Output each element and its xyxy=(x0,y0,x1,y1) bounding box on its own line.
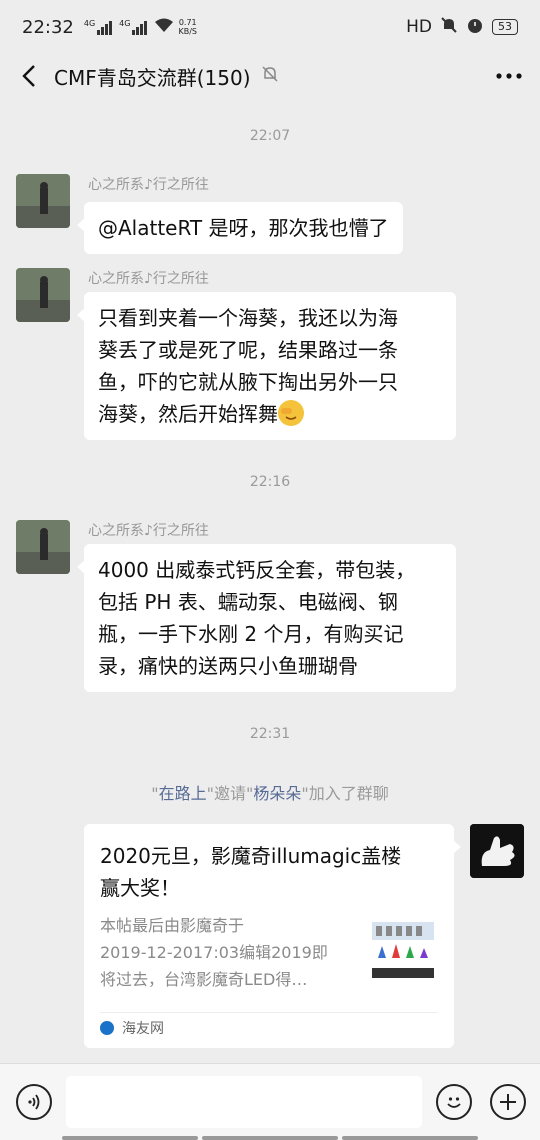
message-item: 心之所系♪行之所往 4000 出威泰式钙反全套，带包装， 包括 PH 表、蠕动泵… xyxy=(16,520,476,700)
timestamp: 22:16 xyxy=(249,474,291,490)
back-button[interactable] xyxy=(14,61,44,91)
message-item: 心之所系♪行之所往 只看到夹着一个海葵，我还以为海 葵丢了或是死了呢，结果路过一… xyxy=(16,268,476,448)
message-line-text: 海葵，然后开始挥舞 xyxy=(98,402,278,426)
voice-input-button[interactable] xyxy=(16,1084,52,1120)
hd-label: HD xyxy=(406,17,432,37)
sim1-label: 4G xyxy=(83,19,96,28)
sender-name: 心之所系♪行之所往 xyxy=(88,177,209,193)
inviter-link[interactable]: 在路上 xyxy=(159,784,207,803)
card-desc-line: 本帖最后由影魔奇于 xyxy=(100,916,245,935)
plus-icon xyxy=(500,1094,516,1110)
sender-avatar[interactable] xyxy=(16,520,70,574)
card-source-name: 海友网 xyxy=(122,1020,164,1037)
message-line: 瓶，一手下水刚 2 个月，有购买记 xyxy=(98,622,404,646)
card-title-line: 赢大奖！ xyxy=(100,876,180,900)
clock: 22:32 xyxy=(22,16,74,38)
emoji-button[interactable] xyxy=(436,1084,472,1120)
sim2-label: 4G xyxy=(119,19,131,28)
chat-title: CMF青岛交流群(150) xyxy=(54,65,251,90)
more-options-button[interactable] xyxy=(492,61,526,91)
chevron-left-icon xyxy=(22,65,35,87)
muted-bell-icon xyxy=(261,65,279,87)
card-source: 海友网 xyxy=(100,1012,438,1042)
shared-link-card[interactable]: 2020元旦，影魔奇illumagic盖楼 赢大奖！ 本帖最后由影魔奇于 201… xyxy=(84,824,461,1048)
voice-icon xyxy=(28,1094,40,1110)
message-bubble[interactable]: @AlatteRT 是呀，那次我也懵了 xyxy=(77,202,403,254)
sender-avatar[interactable] xyxy=(16,174,70,228)
sender-avatar[interactable] xyxy=(16,268,70,322)
message-bubble[interactable]: 只看到夹着一个海葵，我还以为海 葵丢了或是死了呢，结果路过一条 鱼，吓的它就从腋… xyxy=(77,292,456,440)
chat-messages[interactable]: 22:07 心之所系♪行之所往 @AlatteRT 是呀，那次我也懵了 心之所系… xyxy=(0,98,540,1063)
net-speed: 0.71 KB/S xyxy=(178,18,197,36)
mute-icon xyxy=(440,16,458,39)
card-description: 本帖最后由影魔奇于 2019-12-2017:03编辑2019即 将过去，台湾影… xyxy=(100,912,344,993)
system-text: " xyxy=(151,784,159,803)
card-desc-line: 2019-12-2017:03编辑2019即 xyxy=(100,943,328,962)
input-bar xyxy=(0,1063,540,1140)
sender-name: 心之所系♪行之所往 xyxy=(88,271,209,287)
more-functions-button[interactable] xyxy=(490,1084,526,1120)
message-line: 海葵，然后开始挥舞 xyxy=(98,398,442,430)
signal-icon: 4G xyxy=(119,19,148,35)
message-line: 鱼，吓的它就从腋下掏出另外一只 xyxy=(98,370,398,394)
source-logo-icon xyxy=(100,1020,114,1035)
message-line: 葵丢了或是死了呢，结果路过一条 xyxy=(98,338,398,362)
status-bar: 22:32 4G 4G 0.71 KB/S HD 53 xyxy=(0,0,540,54)
card-title: 2020元旦，影魔奇illumagic盖楼 赢大奖！ xyxy=(100,840,440,904)
timestamp: 22:31 xyxy=(249,726,291,742)
timestamp: 22:07 xyxy=(249,128,291,144)
message-line: 录，痛快的送两只小鱼珊瑚骨 xyxy=(98,654,358,678)
message-line: 包括 PH 表、蠕动泵、电磁阀、钢 xyxy=(98,590,398,614)
message-input[interactable] xyxy=(66,1076,422,1128)
message-line: 4000 出威泰式钙反全套，带包装， xyxy=(98,558,416,582)
status-right: HD 53 xyxy=(406,16,518,39)
smiley-icon xyxy=(447,1097,461,1108)
system-text: "加入了群聊 xyxy=(301,784,389,803)
alarm-icon xyxy=(466,16,484,39)
net-speed-value: 0.71 xyxy=(178,18,197,27)
message-line: 只看到夹着一个海葵，我还以为海 xyxy=(98,306,398,330)
my-avatar[interactable] xyxy=(470,824,524,878)
facepalm-emoji-icon xyxy=(278,400,304,426)
chat-header: CMF青岛交流群(150) xyxy=(0,54,540,98)
battery-indicator: 53 xyxy=(492,19,518,35)
system-notice: "在路上"邀请"杨朵朵"加入了群聊 xyxy=(0,780,540,804)
system-text: "邀请" xyxy=(206,784,254,803)
card-thumbnail xyxy=(366,910,440,990)
card-title-line: 2020元旦，影魔奇illumagic盖楼 xyxy=(100,844,402,868)
message-bubble[interactable]: 4000 出威泰式钙反全套，带包装， 包括 PH 表、蠕动泵、电磁阀、钢 瓶，一… xyxy=(77,544,456,692)
card-desc-line: 将过去，台湾影魔奇LED得… xyxy=(100,970,308,989)
signal-icon: 4G xyxy=(84,19,113,35)
gesture-bar xyxy=(62,1136,478,1140)
message-item: 心之所系♪行之所往 @AlatteRT 是呀，那次我也懵了 xyxy=(16,174,476,254)
wifi-icon xyxy=(154,17,174,38)
more-icon xyxy=(496,73,522,79)
invitee-link[interactable]: 杨朵朵 xyxy=(253,784,301,803)
sender-name: 心之所系♪行之所往 xyxy=(88,523,209,539)
net-speed-unit: KB/S xyxy=(178,27,197,36)
